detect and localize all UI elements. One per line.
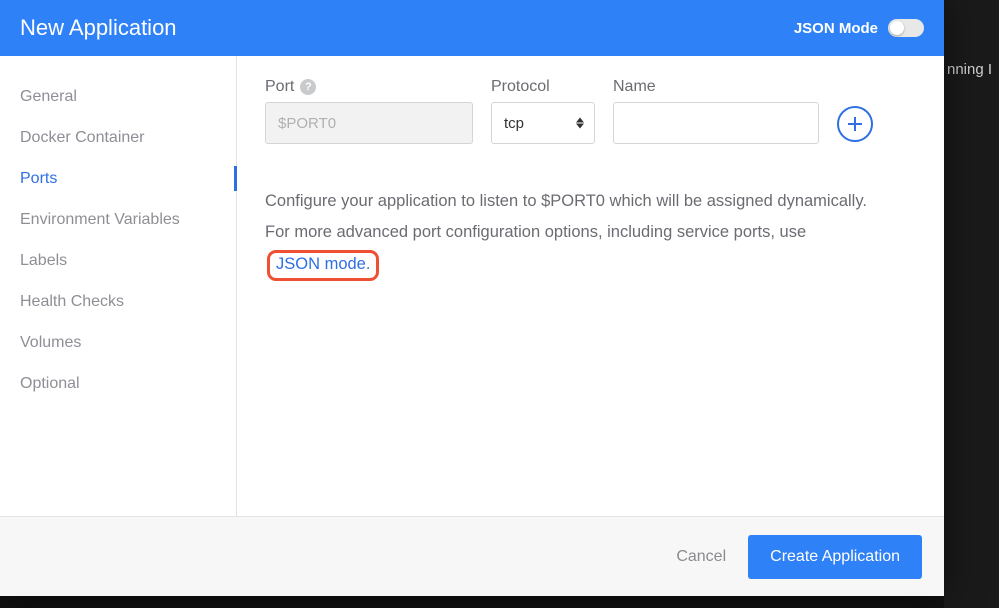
name-label: Name xyxy=(613,78,819,96)
plus-icon xyxy=(846,115,864,133)
port-input xyxy=(265,102,473,144)
json-mode-link[interactable]: JSON mode. xyxy=(276,255,370,273)
sidebar: General Docker Container Ports Environme… xyxy=(0,56,237,516)
protocol-label: Protocol xyxy=(491,78,595,96)
name-input[interactable] xyxy=(613,102,819,144)
modal-title: New Application xyxy=(20,15,177,41)
help-line-2: For more advanced port configuration opt… xyxy=(265,217,916,281)
help-icon[interactable]: ? xyxy=(300,79,316,95)
json-mode-toggle[interactable] xyxy=(888,19,924,37)
sidebar-item-label: Environment Variables xyxy=(20,211,180,228)
modal-header: New Application JSON Mode xyxy=(0,0,944,56)
content-panel: Port ? Protocol tcp xyxy=(237,56,944,516)
sidebar-item-label: Volumes xyxy=(20,334,81,351)
select-arrows-icon xyxy=(576,118,584,129)
sidebar-item-labels[interactable]: Labels xyxy=(0,240,236,281)
protocol-value: tcp xyxy=(504,115,524,132)
sidebar-item-label: Health Checks xyxy=(20,293,124,310)
help-text: Configure your application to listen to … xyxy=(265,186,916,281)
background-window: nning I xyxy=(944,0,999,608)
protocol-field: Protocol tcp xyxy=(491,78,595,144)
protocol-select[interactable]: tcp xyxy=(491,102,595,144)
json-mode-link-highlight: JSON mode. xyxy=(267,250,379,282)
new-application-modal: New Application JSON Mode General Docker… xyxy=(0,0,944,596)
sidebar-item-label: Ports xyxy=(20,170,57,187)
cancel-button[interactable]: Cancel xyxy=(676,548,726,566)
create-application-button[interactable]: Create Application xyxy=(748,535,922,579)
sidebar-item-label: Labels xyxy=(20,252,67,269)
modal-body: General Docker Container Ports Environme… xyxy=(0,56,944,516)
sidebar-item-label: Docker Container xyxy=(20,129,145,146)
help-line-2-prefix: For more advanced port configuration opt… xyxy=(265,223,806,241)
sidebar-item-label: Optional xyxy=(20,375,80,392)
add-port-button[interactable] xyxy=(837,106,873,142)
sidebar-item-volumes[interactable]: Volumes xyxy=(0,322,236,363)
toggle-knob xyxy=(890,21,904,35)
json-mode-label: JSON Mode xyxy=(794,20,878,37)
port-form-row: Port ? Protocol tcp xyxy=(265,78,916,144)
port-field: Port ? xyxy=(265,78,473,144)
sidebar-item-health-checks[interactable]: Health Checks xyxy=(0,281,236,322)
help-line-1: Configure your application to listen to … xyxy=(265,186,916,217)
sidebar-item-environment-variables[interactable]: Environment Variables xyxy=(0,199,236,240)
json-mode-control: JSON Mode xyxy=(794,19,924,37)
port-label-text: Port xyxy=(265,78,294,96)
sidebar-item-docker-container[interactable]: Docker Container xyxy=(0,117,236,158)
add-column xyxy=(837,78,873,142)
background-text-fragment: nning I xyxy=(947,61,992,78)
modal-footer: Cancel Create Application xyxy=(0,516,944,596)
sidebar-item-optional[interactable]: Optional xyxy=(0,363,236,404)
port-label: Port ? xyxy=(265,78,473,96)
name-field: Name xyxy=(613,78,819,144)
sidebar-item-general[interactable]: General xyxy=(0,76,236,117)
sidebar-item-ports[interactable]: Ports xyxy=(0,158,236,199)
sidebar-item-label: General xyxy=(20,88,77,105)
